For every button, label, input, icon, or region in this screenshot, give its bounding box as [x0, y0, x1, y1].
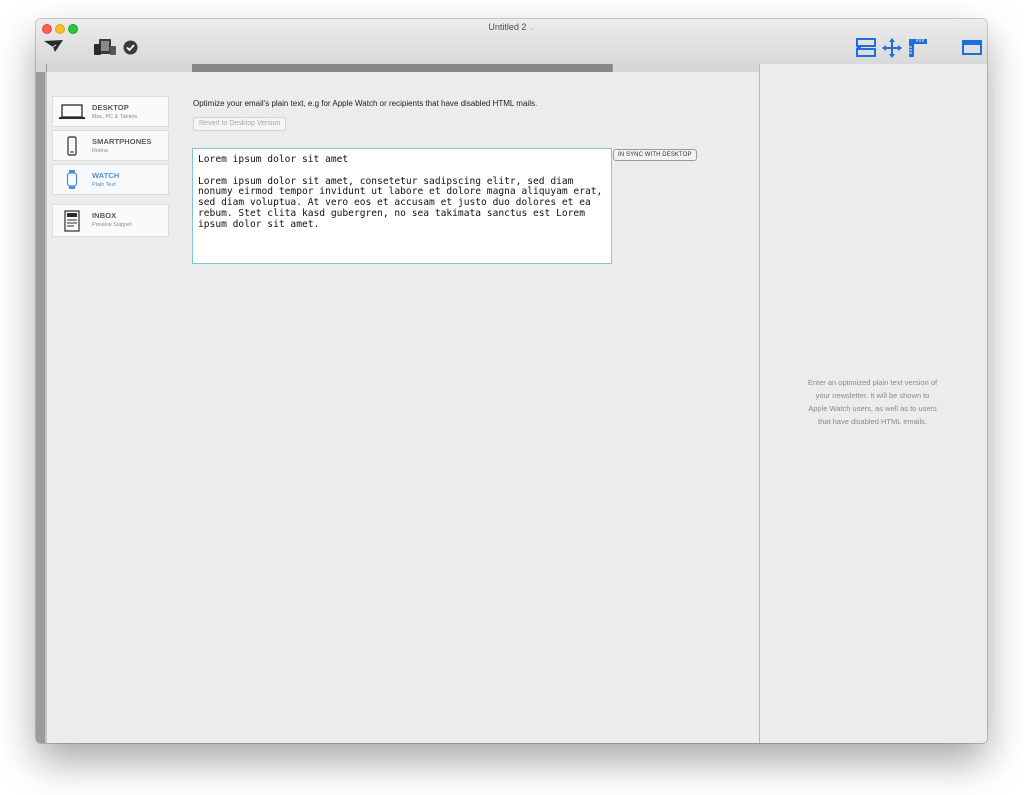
sync-status-badge[interactable]: IN SYNC WITH DESKTOP: [613, 149, 697, 161]
layout-icon[interactable]: [856, 38, 876, 63]
right-panel-message-line: Enter an optimized plain text version of: [807, 378, 938, 387]
checkmark-icon[interactable]: [123, 40, 138, 60]
ruler-icon[interactable]: [908, 38, 928, 63]
right-panel-message: Enter an optimized plain text version of…: [759, 376, 986, 428]
sidebar-item-smartphones[interactable]: SMARTPHONES Retina: [52, 130, 169, 161]
sidebar-item-label: DESKTOP: [92, 103, 129, 112]
sidebar-item-watch[interactable]: WATCH Plain Text: [52, 164, 169, 195]
editor-line-1: Lorem ipsum dolor sit amet: [198, 154, 349, 165]
watch-icon: [59, 170, 85, 190]
right-panel-message-line: Apple Watch users, as well as to users: [808, 404, 937, 413]
sidebar-item-sublabel: Plain Text: [92, 182, 116, 188]
send-icon[interactable]: [44, 40, 64, 58]
smartphone-icon: [59, 136, 85, 156]
title-bar: Untitled 2 ⌵: [36, 19, 987, 65]
sidebar-item-sublabel: Retina: [92, 148, 108, 154]
sidebar-item-sublabel: Preview Snippet: [92, 222, 132, 228]
editor-body: Lorem ipsum dolor sit amet, consetetur s…: [198, 175, 603, 230]
title-chevron-icon: ⌵: [529, 25, 535, 32]
ruler-marker: [612, 64, 613, 72]
sidebar-item-desktop[interactable]: DESKTOP Mac, PC & Tablets: [52, 96, 169, 127]
inbox-icon: [59, 210, 85, 232]
sidebar-item-label: INBOX: [92, 211, 117, 220]
right-panel-message-line: that have disabled HTML emails.: [818, 417, 927, 426]
sidebar-item-label: SMARTPHONES: [92, 137, 152, 146]
left-edge: [36, 72, 45, 743]
sidebar-item-inbox[interactable]: INBOX Preview Snippet: [52, 204, 169, 237]
panel-icon[interactable]: [962, 40, 982, 60]
laptop-icon: [59, 102, 85, 122]
plain-text-editor[interactable]: Lorem ipsum dolor sit amet Lorem ipsum d…: [192, 148, 612, 264]
devices-icon[interactable]: [94, 38, 116, 61]
ruler-content-width: [192, 64, 612, 72]
ruler-marker: [46, 64, 47, 72]
sidebar-item-sublabel: Mac, PC & Tablets: [92, 114, 138, 120]
revert-to-desktop-button[interactable]: Revert to Desktop Version: [193, 117, 287, 131]
plain-text-hint: Optimize your email's plain text, e.g fo…: [193, 99, 538, 108]
sidebar-item-label: WATCH: [92, 171, 120, 180]
move-icon[interactable]: [882, 38, 902, 63]
right-panel-message-line: your newsletter. It will be shown to: [815, 391, 930, 400]
window-title[interactable]: Untitled 2 ⌵: [36, 22, 987, 33]
